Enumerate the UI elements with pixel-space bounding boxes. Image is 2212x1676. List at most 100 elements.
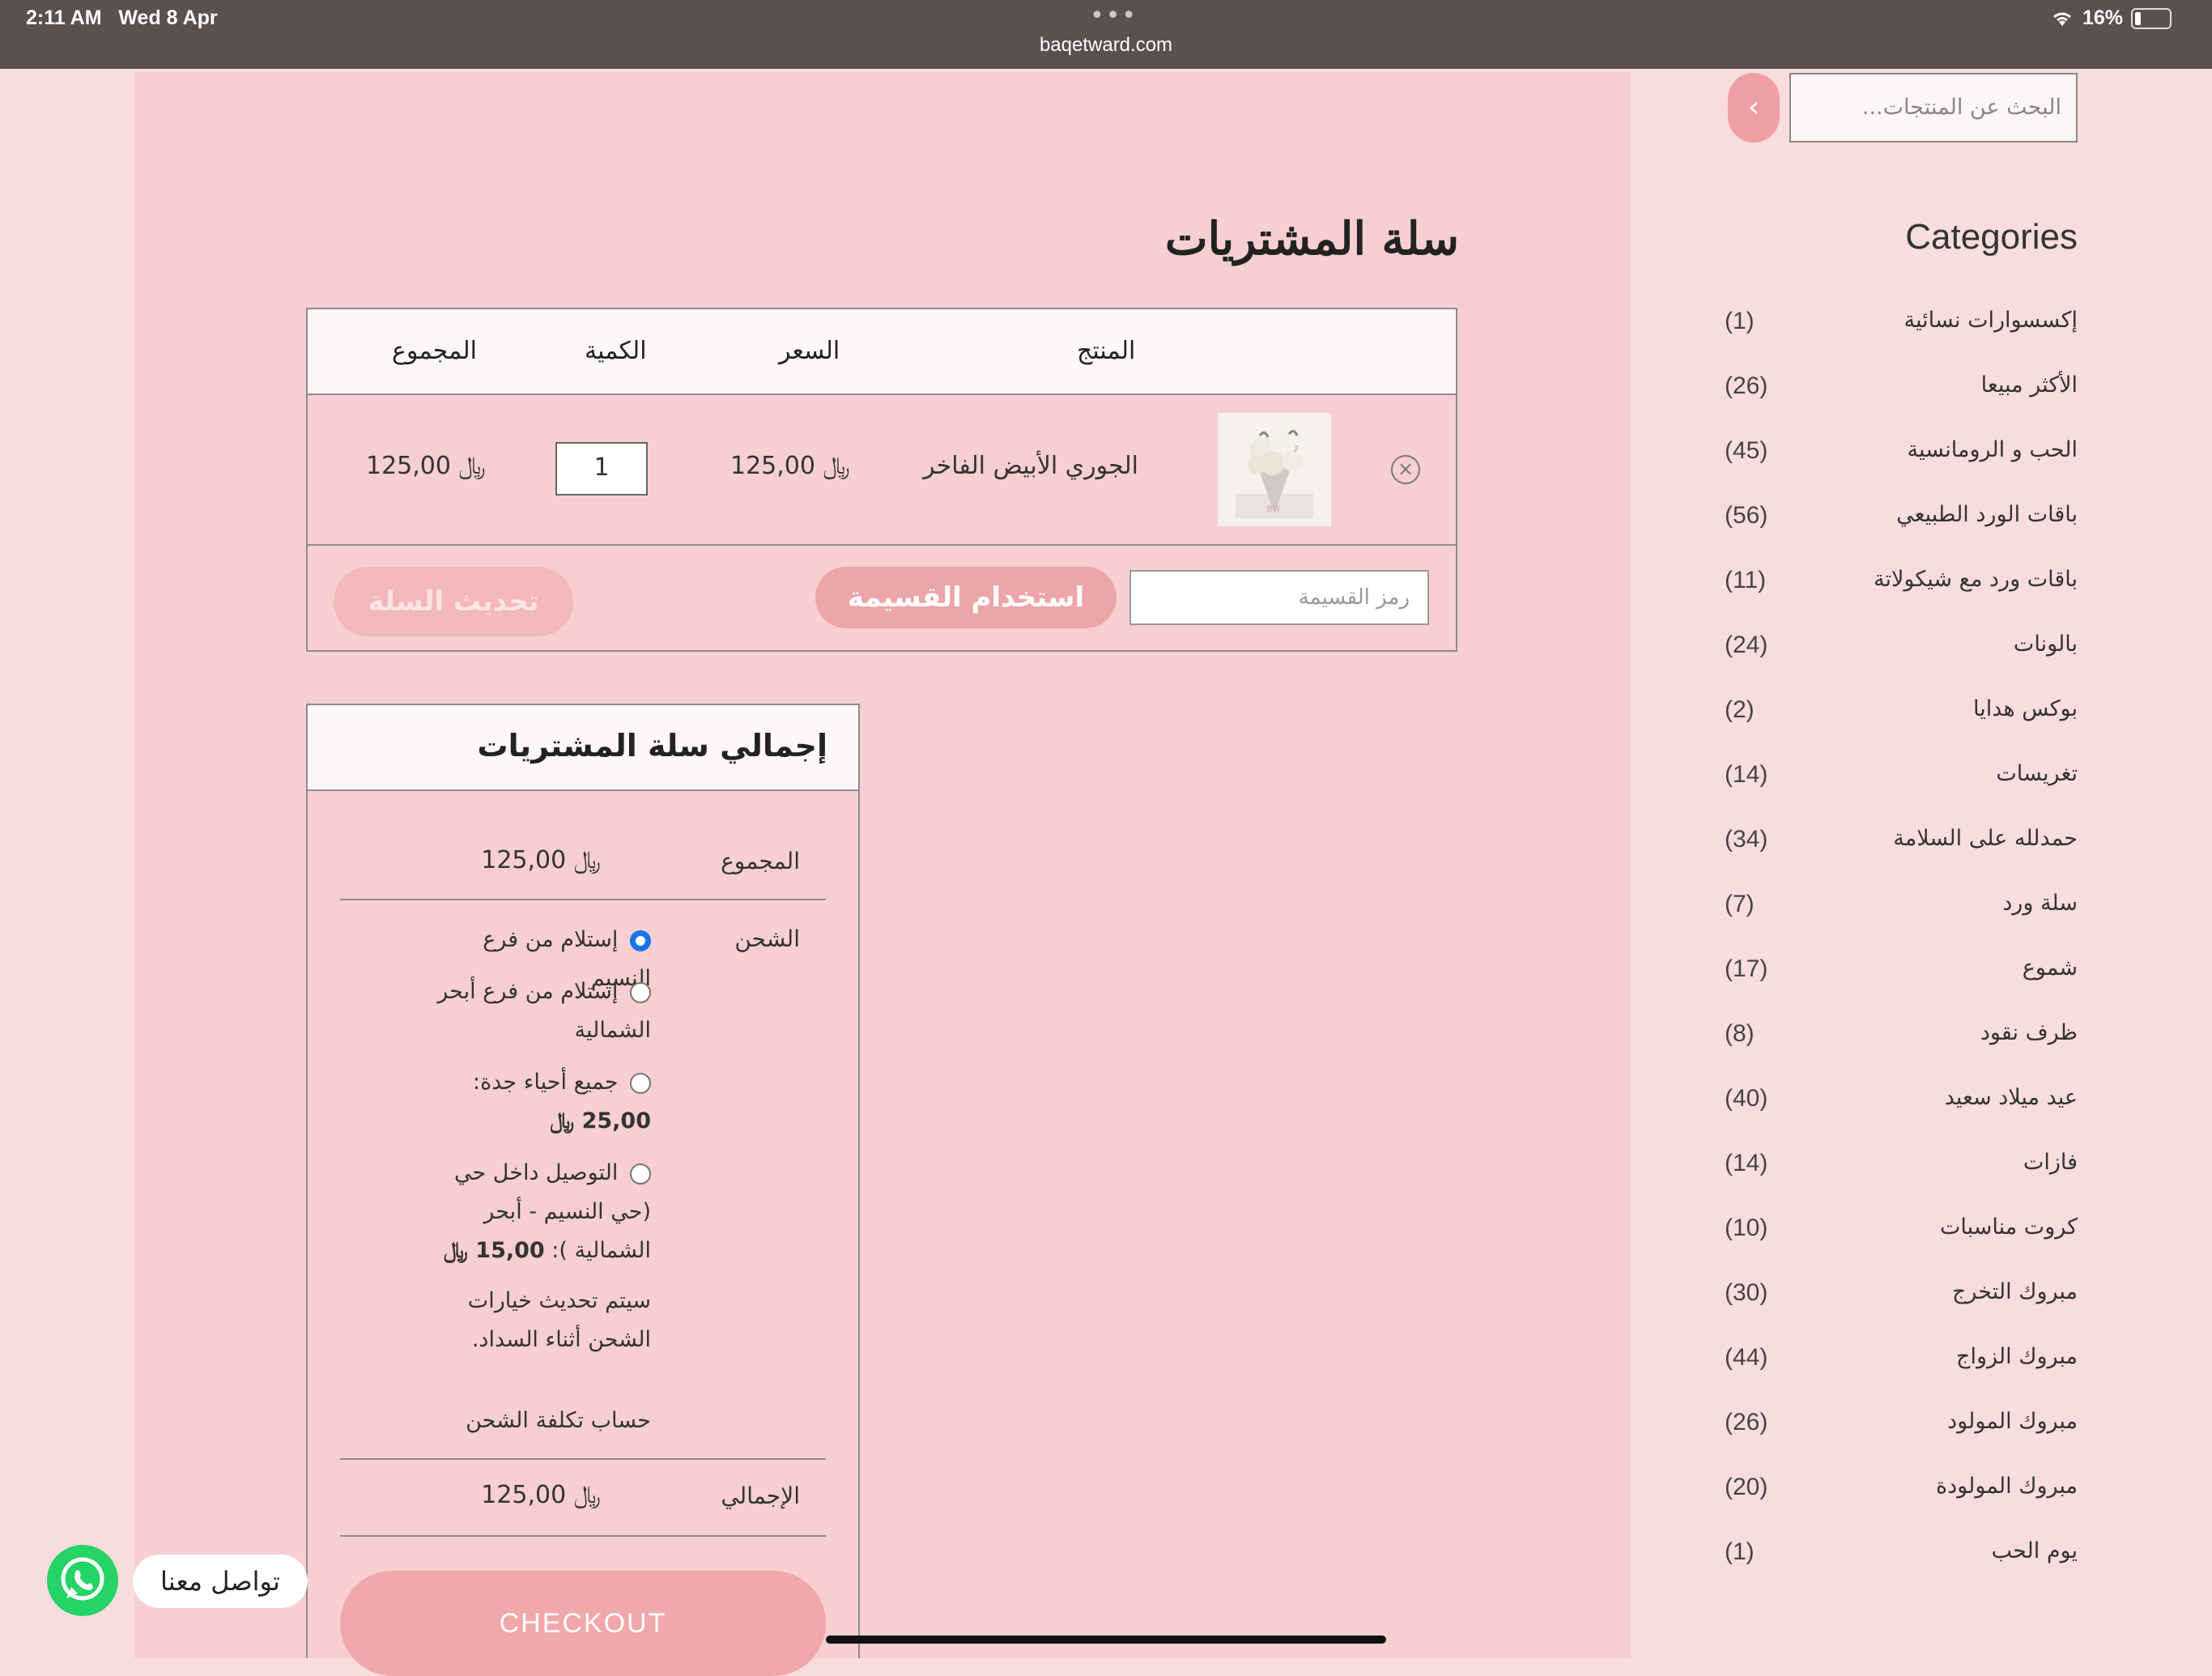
category-link[interactable]: عيد ميلاد سعيد <box>1945 1085 2078 1110</box>
cart-totals: إجمالي سلة المشتريات المجموع 125,00 ﷼ ال… <box>306 704 860 1676</box>
address-bar[interactable]: baqetward.com <box>0 34 2212 57</box>
home-indicator[interactable] <box>826 1636 1386 1644</box>
radio-selected[interactable] <box>630 929 651 951</box>
list-item[interactable]: (14) تغريسات <box>1725 755 2078 803</box>
category-count: (7) <box>1725 891 1755 917</box>
list-item[interactable]: (20) مبروك المولودة <box>1725 1467 2078 1516</box>
category-link[interactable]: شموع <box>2023 955 2078 981</box>
header-subtotal: المجموع <box>392 337 477 365</box>
apply-coupon-button[interactable]: استخدام القسيمة <box>815 567 1117 628</box>
wifi-icon <box>2053 12 2071 26</box>
more-dots-icon[interactable]: ••• <box>1090 2 1138 30</box>
shipping-option-local-delivery[interactable]: التوصيل داخل حي (حي النسيم - أبحر الشمال… <box>416 1154 651 1270</box>
category-link[interactable]: ظرف نقود <box>1980 1020 2078 1045</box>
category-count: (56) <box>1725 502 1768 529</box>
whatsapp-chat-button[interactable]: تواصل معنا <box>133 1555 308 1608</box>
cart-table: المنتج السعر الكمية المجموع × BW الجوري … <box>306 308 1457 652</box>
list-item[interactable]: (14) فازات <box>1725 1143 2078 1192</box>
product-name[interactable]: الجوري الأبيض الفاخر <box>923 452 1138 480</box>
list-item[interactable]: (44) مبروك الزواج <box>1725 1338 2078 1386</box>
quantity-input[interactable]: 1 <box>555 442 648 496</box>
category-link[interactable]: باقات ورد مع شيكولاتة <box>1874 567 2078 592</box>
list-item[interactable]: (24) بالونات <box>1725 625 2078 674</box>
list-item[interactable]: (8) ظرف نقود <box>1725 1014 2078 1062</box>
whatsapp-icon[interactable] <box>47 1545 118 1616</box>
category-count: (11) <box>1725 567 1767 593</box>
product-subtotal: 125,00 ﷼ <box>366 452 486 480</box>
list-item[interactable]: (34) حمدلله على السلامة <box>1725 819 2078 868</box>
list-item[interactable]: (40) عيد ميلاد سعيد <box>1725 1078 2078 1127</box>
product-thumbnail[interactable]: BW <box>1218 413 1331 526</box>
list-item[interactable]: (7) سلة ورد <box>1725 884 2078 933</box>
category-link[interactable]: مبروك المولودة <box>1936 1474 2078 1499</box>
list-item[interactable]: (1) يوم الحب <box>1725 1532 2078 1580</box>
category-link[interactable]: مبروك التخرج <box>1952 1279 2078 1304</box>
list-item[interactable]: (11) باقات ورد مع شيكولاتة <box>1725 560 2078 609</box>
category-link[interactable]: بالونات <box>2014 632 2078 657</box>
category-link[interactable]: الحب و الرومانسية <box>1908 437 2078 462</box>
list-item[interactable]: (26) الأكثر مبيعا <box>1725 366 2078 415</box>
checkout-button[interactable]: CHECKOUT <box>340 1571 826 1676</box>
radio[interactable] <box>630 1163 651 1185</box>
shipping-notice: سيتم تحديث خيارات الشحن أثناء السداد. <box>467 1288 651 1352</box>
list-item[interactable]: (26) مبروك المولود <box>1725 1402 2078 1451</box>
radio[interactable] <box>630 981 651 1003</box>
category-link[interactable]: إكسسوارات نسائية <box>1904 308 2078 333</box>
category-count: (24) <box>1725 632 1768 658</box>
category-link[interactable]: كروت مناسبات <box>1940 1214 2078 1240</box>
category-count: (8) <box>1725 1020 1755 1047</box>
remove-item-icon[interactable]: × <box>1391 455 1420 484</box>
status-bar: 2:11 AM Wed 8 Apr ••• baqetward.com 16% <box>0 0 2212 69</box>
category-link[interactable]: باقات الورد الطبيعي <box>1896 502 2078 527</box>
list-item[interactable]: (56) باقات الورد الطبيعي <box>1725 496 2078 544</box>
header-product: المنتج <box>1077 337 1136 365</box>
category-count: (1) <box>1725 1538 1755 1565</box>
category-count: (17) <box>1725 955 1768 982</box>
subtotal-value: 125,00 ﷼ <box>481 846 601 874</box>
category-link[interactable]: حمدلله على السلامة <box>1893 826 2078 851</box>
category-count: (30) <box>1725 1279 1768 1306</box>
header-price: السعر <box>779 337 840 365</box>
category-count: (26) <box>1725 372 1768 399</box>
category-link[interactable]: الأكثر مبيعا <box>1981 372 2078 398</box>
status-time: 2:11 AM Wed 8 Apr <box>26 6 218 29</box>
list-item[interactable]: (17) شموع <box>1725 949 2078 998</box>
table-row: × BW الجوري الأبيض الفاخر 125,00 ﷼ 1 125… <box>308 393 1456 546</box>
page-title: سلة المشتريات <box>1164 212 1459 266</box>
category-count: (44) <box>1725 1344 1768 1371</box>
category-link[interactable]: يوم الحب <box>1992 1538 2078 1563</box>
divider <box>340 1535 826 1537</box>
category-count: (14) <box>1725 1150 1768 1176</box>
battery-icon <box>2131 7 2172 29</box>
bouquet-image: BW <box>1218 413 1331 526</box>
category-count: (34) <box>1725 826 1768 853</box>
category-link[interactable]: فازات <box>2023 1150 2078 1175</box>
category-link[interactable]: مبروك الزواج <box>1956 1344 2078 1369</box>
svg-text:BW: BW <box>1266 505 1281 514</box>
divider <box>340 899 826 900</box>
shipping-option-jeddah[interactable]: جميع أحياء جدة: 25,00 ﷼ <box>416 1063 651 1141</box>
category-link[interactable]: مبروك المولود <box>1947 1409 2078 1434</box>
product-price: 125,00 ﷼ <box>730 452 850 480</box>
list-item[interactable]: (1) إكسسوارات نسائية <box>1725 301 2078 350</box>
subtotal-label: المجموع <box>721 848 800 874</box>
category-link[interactable]: بوكس هدايا <box>1973 696 2078 721</box>
calculate-shipping-link[interactable]: حساب تكلفة الشحن <box>416 1402 651 1440</box>
list-item[interactable]: (45) الحب و الرومانسية <box>1725 431 2078 479</box>
category-link[interactable]: سلة ورد <box>2002 891 2078 916</box>
radio[interactable] <box>630 1072 651 1094</box>
category-count: (1) <box>1725 308 1755 334</box>
status-right: 16% <box>2050 6 2172 30</box>
shipping-label: الشحن <box>734 925 800 952</box>
category-link[interactable]: تغريسات <box>1996 761 2078 786</box>
update-cart-button[interactable]: تحديث السلة <box>334 567 573 636</box>
coupon-input[interactable]: رمز القسيمة <box>1129 570 1429 625</box>
chevron-left-icon[interactable]: ‹ <box>1728 73 1780 143</box>
list-item[interactable]: (10) كروت مناسبات <box>1725 1208 2078 1257</box>
list-item[interactable]: (30) مبروك التخرج <box>1725 1273 2078 1321</box>
shipping-option-abhur[interactable]: إستلام من فرع أبحر الشمالية <box>416 972 651 1050</box>
list-item[interactable]: (2) بوكس هدايا <box>1725 690 2078 738</box>
search-input[interactable]: البحث عن المنتجات... <box>1789 73 2078 143</box>
category-count: (10) <box>1725 1214 1768 1241</box>
category-count: (2) <box>1725 696 1755 723</box>
